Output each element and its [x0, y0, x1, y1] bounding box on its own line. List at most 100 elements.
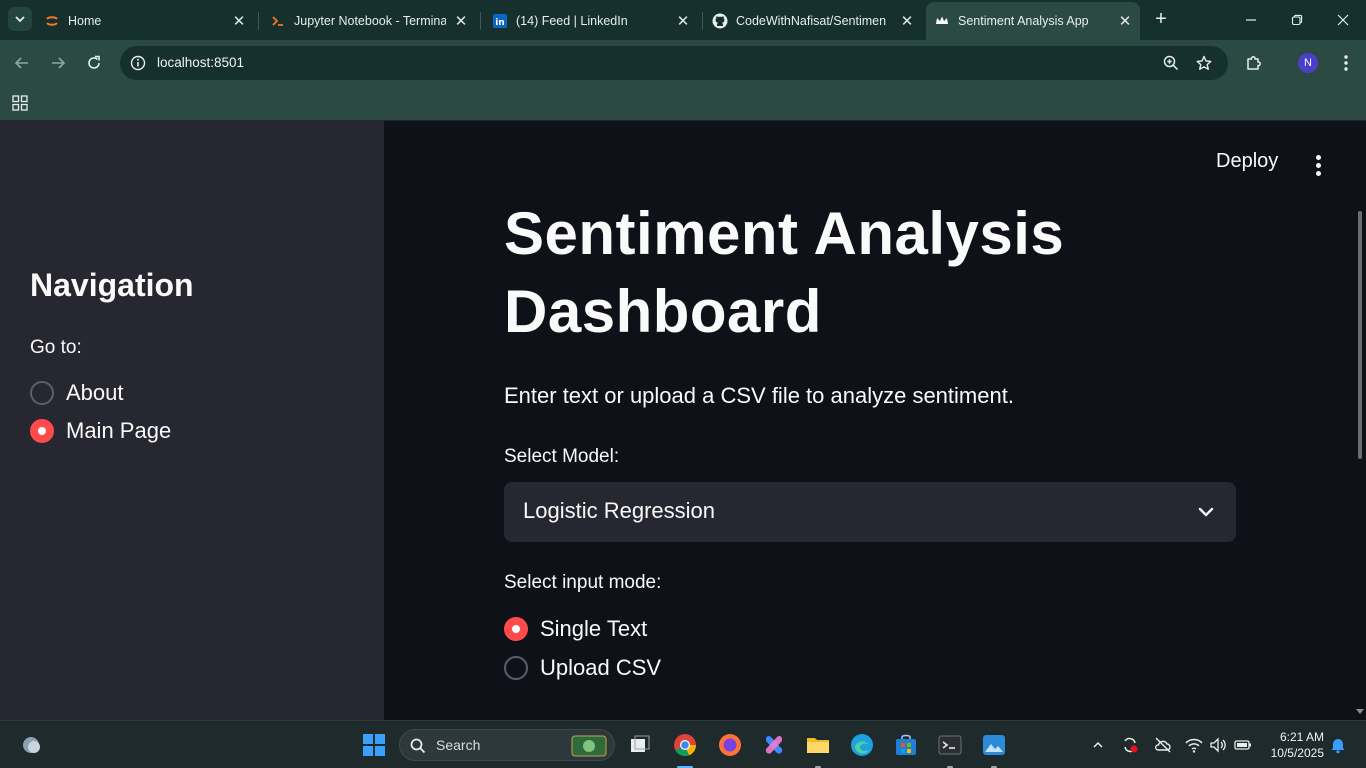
arrow-left-icon: [14, 57, 28, 69]
bell-icon: [1331, 739, 1345, 754]
forward-button[interactable]: [46, 51, 70, 75]
taskbar-search[interactable]: Search: [399, 729, 615, 761]
battery-icon: [1234, 740, 1251, 750]
photos-taskbar-button[interactable]: [980, 731, 1008, 759]
model-select-label: Select Model:: [504, 446, 620, 467]
deploy-button[interactable]: Deploy: [1216, 150, 1278, 173]
tab-sentiment-app[interactable]: Sentiment Analysis App ✕: [926, 2, 1140, 40]
streamlit-crown-icon: [934, 13, 950, 29]
tab-github[interactable]: CodeWithNafisat/Sentiment ✕: [712, 6, 922, 36]
tab-linkedin[interactable]: in (14) Feed | LinkedIn ✕: [492, 6, 698, 36]
radio-button[interactable]: [504, 656, 528, 680]
weather-icon: [23, 737, 40, 753]
arrow-right-icon: [52, 57, 66, 69]
photos-icon: [983, 735, 1005, 755]
minimize-button[interactable]: [1228, 0, 1274, 40]
cloud-off-icon: [1155, 737, 1171, 753]
chevron-up-icon: [1093, 741, 1103, 748]
close-window-button[interactable]: [1320, 0, 1366, 40]
terminal-icon: [938, 735, 962, 755]
browser-menu-button[interactable]: [1334, 51, 1358, 75]
search-highlight-icon: [571, 735, 607, 757]
scrollbar-thumb[interactable]: [1358, 211, 1362, 459]
close-icon: [1337, 14, 1349, 26]
github-icon: [712, 13, 728, 29]
model-select[interactable]: Logistic Regression: [504, 482, 1236, 542]
reload-button[interactable]: [82, 51, 106, 75]
radio-button[interactable]: [30, 381, 54, 405]
file-explorer-taskbar-button[interactable]: [804, 731, 832, 759]
nav-option-label: Main Page: [66, 418, 172, 443]
start-button[interactable]: [360, 731, 388, 759]
store-icon: [896, 734, 916, 755]
new-tab-button[interactable]: +: [1150, 8, 1172, 30]
copilot-taskbar-button[interactable]: [760, 731, 788, 759]
bookmark-star-icon[interactable]: [1195, 54, 1213, 72]
extensions-button[interactable]: [1242, 51, 1266, 75]
taskbar-search-placeholder: Search: [436, 737, 481, 753]
notifications-button[interactable]: [1328, 735, 1348, 755]
minimize-icon: [1246, 19, 1256, 21]
app-menu-button[interactable]: [1308, 155, 1328, 177]
close-icon[interactable]: ✕: [674, 12, 692, 30]
wifi-tray-icon[interactable]: [1184, 735, 1204, 755]
page-subtitle: Enter text or upload a CSV file to analy…: [504, 383, 1014, 408]
terminal-icon: [270, 13, 286, 29]
jupyter-icon: [44, 13, 60, 29]
site-info-icon[interactable]: [130, 55, 146, 71]
chrome-taskbar-button[interactable]: [671, 731, 699, 759]
restore-icon: [1291, 14, 1303, 26]
tab-home[interactable]: Home ✕: [44, 6, 254, 36]
cloud-offline-tray-icon[interactable]: [1153, 735, 1173, 755]
store-taskbar-button[interactable]: [892, 731, 920, 759]
taskbar-clock[interactable]: 6:21 AM 10/5/2025: [1262, 729, 1324, 761]
nav-option-about[interactable]: About: [30, 380, 124, 406]
firefox-taskbar-button[interactable]: [716, 731, 744, 759]
battery-tray-icon[interactable]: [1233, 735, 1253, 755]
radio-button-selected[interactable]: [504, 617, 528, 641]
tab-label: Sentiment Analysis App: [958, 14, 1089, 28]
tab-jupyter-terminal[interactable]: Jupyter Notebook - Terminal ✕: [270, 6, 476, 36]
url-text[interactable]: localhost:8501: [157, 55, 244, 70]
zoom-icon[interactable]: [1162, 54, 1180, 72]
edge-icon: [851, 734, 873, 756]
task-view-button[interactable]: [626, 731, 654, 759]
mode-option-upload-csv[interactable]: Upload CSV: [504, 655, 661, 681]
reload-icon: [88, 55, 100, 69]
page-title: Sentiment Analysis Dashboard: [504, 200, 1065, 345]
terminal-taskbar-button[interactable]: [936, 731, 964, 759]
chrome-icon: [674, 734, 697, 757]
nav-option-main-page[interactable]: Main Page: [30, 418, 171, 444]
svg-text:in: in: [495, 18, 505, 28]
apps-grid-icon[interactable]: [12, 95, 28, 111]
sync-icon: [1124, 737, 1138, 753]
task-view-icon: [631, 735, 650, 752]
plus-icon: +: [1155, 7, 1167, 30]
scroll-down-arrow[interactable]: [1356, 709, 1364, 714]
address-bar[interactable]: localhost:8501: [120, 46, 1228, 80]
close-icon[interactable]: ✕: [230, 12, 248, 30]
close-icon[interactable]: ✕: [452, 12, 470, 30]
app-main: Deploy Sentiment Analysis Dashboard Ente…: [384, 121, 1366, 720]
clock-time: 6:21 AM: [1279, 730, 1324, 744]
copilot-icon: [765, 735, 783, 754]
puzzle-icon: [1247, 56, 1261, 70]
radio-button-selected[interactable]: [30, 419, 54, 443]
sync-tray-icon[interactable]: [1120, 735, 1140, 755]
clock-date: 10/5/2025: [1270, 746, 1324, 760]
edge-taskbar-button[interactable]: [848, 731, 876, 759]
close-icon[interactable]: ✕: [898, 12, 916, 30]
weather-widget[interactable]: [18, 731, 46, 759]
volume-tray-icon[interactable]: [1208, 735, 1228, 755]
back-button[interactable]: [10, 51, 34, 75]
tab-label: CodeWithNafisat/Sentiment: [736, 14, 886, 28]
linkedin-icon: in: [492, 13, 508, 29]
tab-search-button[interactable]: [8, 7, 32, 31]
profile-avatar[interactable]: N: [1298, 53, 1318, 73]
restore-button[interactable]: [1274, 0, 1320, 40]
mode-option-single-text[interactable]: Single Text: [504, 616, 647, 642]
input-mode-label: Select input mode:: [504, 572, 662, 593]
close-icon[interactable]: ✕: [1116, 12, 1134, 30]
tray-overflow-button[interactable]: [1088, 735, 1108, 755]
windows-icon: [363, 734, 385, 756]
